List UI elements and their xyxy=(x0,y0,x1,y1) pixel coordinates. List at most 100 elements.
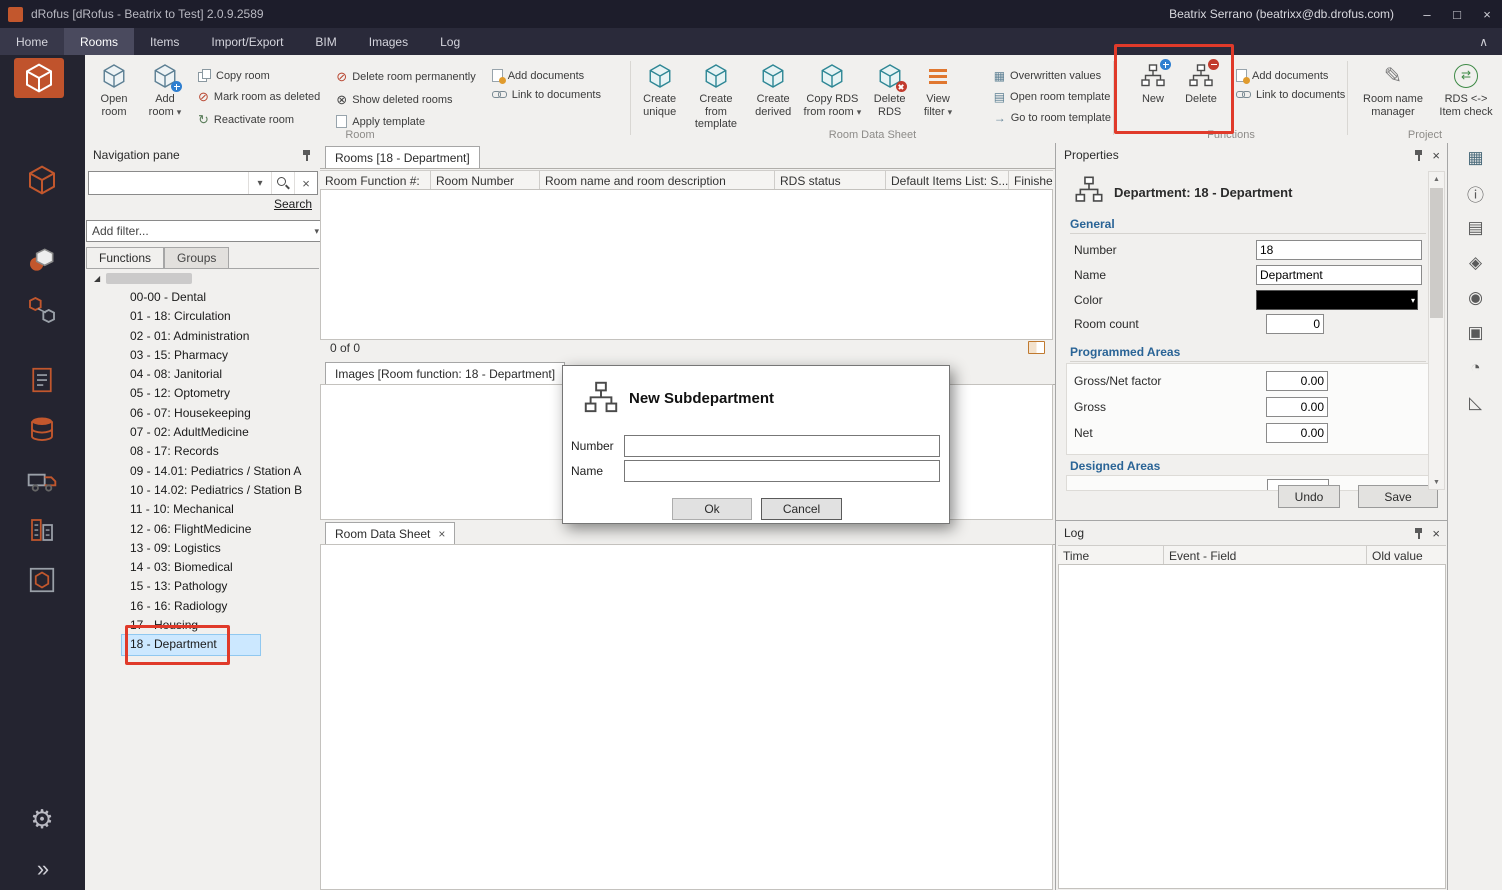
tree-item[interactable]: 11 - 10: Mechanical xyxy=(85,500,320,519)
tree-item[interactable]: 12 - 06: FlightMedicine xyxy=(85,520,320,539)
tree-item[interactable]: 07 - 02: AdultMedicine xyxy=(85,423,320,442)
tab-items[interactable]: Items xyxy=(134,28,195,55)
column-header[interactable]: Time xyxy=(1058,546,1164,565)
info-icon[interactable]: ⓘ xyxy=(1463,182,1489,204)
column-header[interactable]: Finishes: Statu... xyxy=(1009,171,1053,190)
open-room-button[interactable]: Open room xyxy=(90,60,138,120)
column-header[interactable]: Room Number xyxy=(431,171,540,190)
reactivate-room-button[interactable]: ↻Reactivate room xyxy=(198,112,320,128)
room-data-sheet-empty[interactable] xyxy=(320,544,1053,890)
tree-item[interactable]: 06 - 07: Housekeeping xyxy=(85,404,320,423)
pin-icon[interactable] xyxy=(301,148,312,162)
tab-bim[interactable]: BIM xyxy=(299,28,352,55)
overwritten-values-button[interactable]: ▦Overwritten values xyxy=(994,69,1111,83)
properties-scrollbar[interactable]: ▲ ▼ xyxy=(1428,171,1445,490)
new-subdepartment-button[interactable]: New xyxy=(1130,60,1176,108)
search-icon[interactable] xyxy=(271,172,294,194)
rds-item-check-button[interactable]: ⇄ RDS <-> Item check xyxy=(1433,60,1499,120)
rooms-tab[interactable]: Rooms [18 - Department] xyxy=(325,146,480,168)
tree-item[interactable]: 00-00 - Dental xyxy=(85,288,320,307)
tree-item[interactable]: 13 - 09: Logistics xyxy=(85,539,320,558)
column-header[interactable]: RDS status xyxy=(775,171,886,190)
functions-link-documents-button[interactable]: Link to documents xyxy=(1236,89,1345,101)
tree-item[interactable]: 08 - 17: Records xyxy=(85,442,320,461)
apply-template-button[interactable]: Apply template xyxy=(336,115,475,128)
number-field[interactable] xyxy=(1256,240,1422,260)
pin-icon[interactable] xyxy=(1413,148,1424,162)
color-picker[interactable]: ▾ xyxy=(1256,290,1418,310)
rooms-list-empty[interactable] xyxy=(320,189,1053,340)
net-field[interactable] xyxy=(1266,423,1328,443)
close-button[interactable]: × xyxy=(1472,0,1502,28)
attachment-icon[interactable]: ▣ xyxy=(1463,322,1489,344)
report-icon[interactable]: ▤ xyxy=(1463,217,1489,239)
room-data-sheet-tab[interactable]: Room Data Sheet × xyxy=(325,522,455,544)
sidebar-expand[interactable]: » xyxy=(22,850,62,888)
tree-item[interactable]: 16 - 16: Radiology xyxy=(85,597,320,616)
tree-item[interactable]: 05 - 12: Optometry xyxy=(85,384,320,403)
tree-item[interactable]: 14 - 03: Biomedical xyxy=(85,558,320,577)
search-dropdown-icon[interactable]: ▾ xyxy=(248,172,271,194)
tree-item[interactable]: 09 - 14.01: Pediatrics / Station A xyxy=(85,462,320,481)
room-name-manager-button[interactable]: ✎ Room name manager xyxy=(1359,60,1427,120)
component-icon[interactable]: ◈ xyxy=(1463,252,1489,274)
goto-room-template-button[interactable]: →Go to room template xyxy=(994,111,1111,125)
tree-item[interactable]: 02 - 01: Administration xyxy=(85,327,320,346)
save-button[interactable]: Save xyxy=(1358,485,1438,508)
view-filter-button[interactable]: View filter ▾ xyxy=(914,60,961,120)
sidebar-items[interactable] xyxy=(22,161,62,199)
tree-item[interactable]: 01 - 18: Circulation xyxy=(85,307,320,326)
dialog-name-input[interactable] xyxy=(624,460,940,482)
close-panel-icon[interactable]: × xyxy=(1432,148,1440,163)
scroll-up-icon[interactable]: ▲ xyxy=(1429,172,1444,186)
sidebar-packages[interactable] xyxy=(22,561,62,599)
add-room-button[interactable]: Add room ▾ xyxy=(140,60,190,120)
sidebar-settings[interactable]: ⚙ xyxy=(22,800,62,838)
scrollbar-thumb[interactable] xyxy=(1430,188,1443,318)
add-documents-button[interactable]: Add documents xyxy=(492,69,601,82)
tab-groups[interactable]: Groups xyxy=(164,247,229,268)
camera-icon[interactable]: ◉ xyxy=(1463,287,1489,309)
search-input[interactable] xyxy=(89,174,248,192)
tree-root[interactable]: ◢ xyxy=(85,269,320,288)
tab-functions[interactable]: Functions xyxy=(86,247,164,268)
copy-room-button[interactable]: Copy room xyxy=(198,69,320,82)
measure-icon[interactable]: ◺ xyxy=(1463,392,1489,414)
sidebar-buildings[interactable] xyxy=(22,511,62,549)
column-header[interactable]: Room Function #: xyxy=(320,171,431,190)
tree-item[interactable]: 04 - 08: Janitorial xyxy=(85,365,320,384)
close-tab-icon[interactable]: × xyxy=(438,527,445,541)
sidebar-systems[interactable] xyxy=(22,291,62,329)
collapse-ribbon-icon[interactable]: ∧ xyxy=(1479,28,1488,55)
ok-button[interactable]: Ok xyxy=(672,498,752,520)
column-header[interactable]: Event - Field xyxy=(1164,546,1367,565)
room-count-field[interactable] xyxy=(1266,314,1324,334)
images-tab[interactable]: Images [Room function: 18 - Department] xyxy=(325,362,565,384)
log-list-empty[interactable] xyxy=(1058,564,1446,889)
gross-field[interactable] xyxy=(1266,397,1328,417)
book-icon[interactable] xyxy=(1028,341,1045,354)
sidebar-documents[interactable] xyxy=(22,361,62,399)
delete-rds-button[interactable]: Delete RDS xyxy=(867,60,912,120)
tree-item[interactable]: 10 - 14.02: Pediatrics / Station B xyxy=(85,481,320,500)
create-unique-button[interactable]: Create unique xyxy=(636,60,683,120)
scroll-down-icon[interactable]: ▼ xyxy=(1429,475,1444,489)
delete-room-permanently-button[interactable]: ⊘Delete room permanently xyxy=(336,69,475,85)
link-documents-button[interactable]: Link to documents xyxy=(492,89,601,101)
delete-subdepartment-button[interactable]: Delete xyxy=(1178,60,1224,108)
gross-net-factor-field[interactable] xyxy=(1266,371,1328,391)
sidebar-logistics[interactable] xyxy=(22,461,62,499)
dialog-number-input[interactable] xyxy=(624,435,940,457)
functions-add-documents-button[interactable]: Add documents xyxy=(1236,69,1345,82)
column-header[interactable]: Default Items List: S... xyxy=(886,171,1009,190)
schedule-icon[interactable]: ◔ xyxy=(1463,357,1489,379)
sidebar-products[interactable] xyxy=(22,241,62,279)
search-link[interactable]: Search xyxy=(274,197,312,211)
copy-rds-from-room-button[interactable]: Copy RDS from room ▾ xyxy=(800,60,865,120)
undo-button[interactable]: Undo xyxy=(1278,485,1340,508)
mark-room-deleted-button[interactable]: ⊘Mark room as deleted xyxy=(198,89,320,105)
column-header[interactable]: Old value xyxy=(1367,546,1446,565)
close-panel-icon[interactable]: × xyxy=(1432,526,1440,541)
tab-import-export[interactable]: Import/Export xyxy=(195,28,299,55)
cancel-button[interactable]: Cancel xyxy=(761,498,842,520)
